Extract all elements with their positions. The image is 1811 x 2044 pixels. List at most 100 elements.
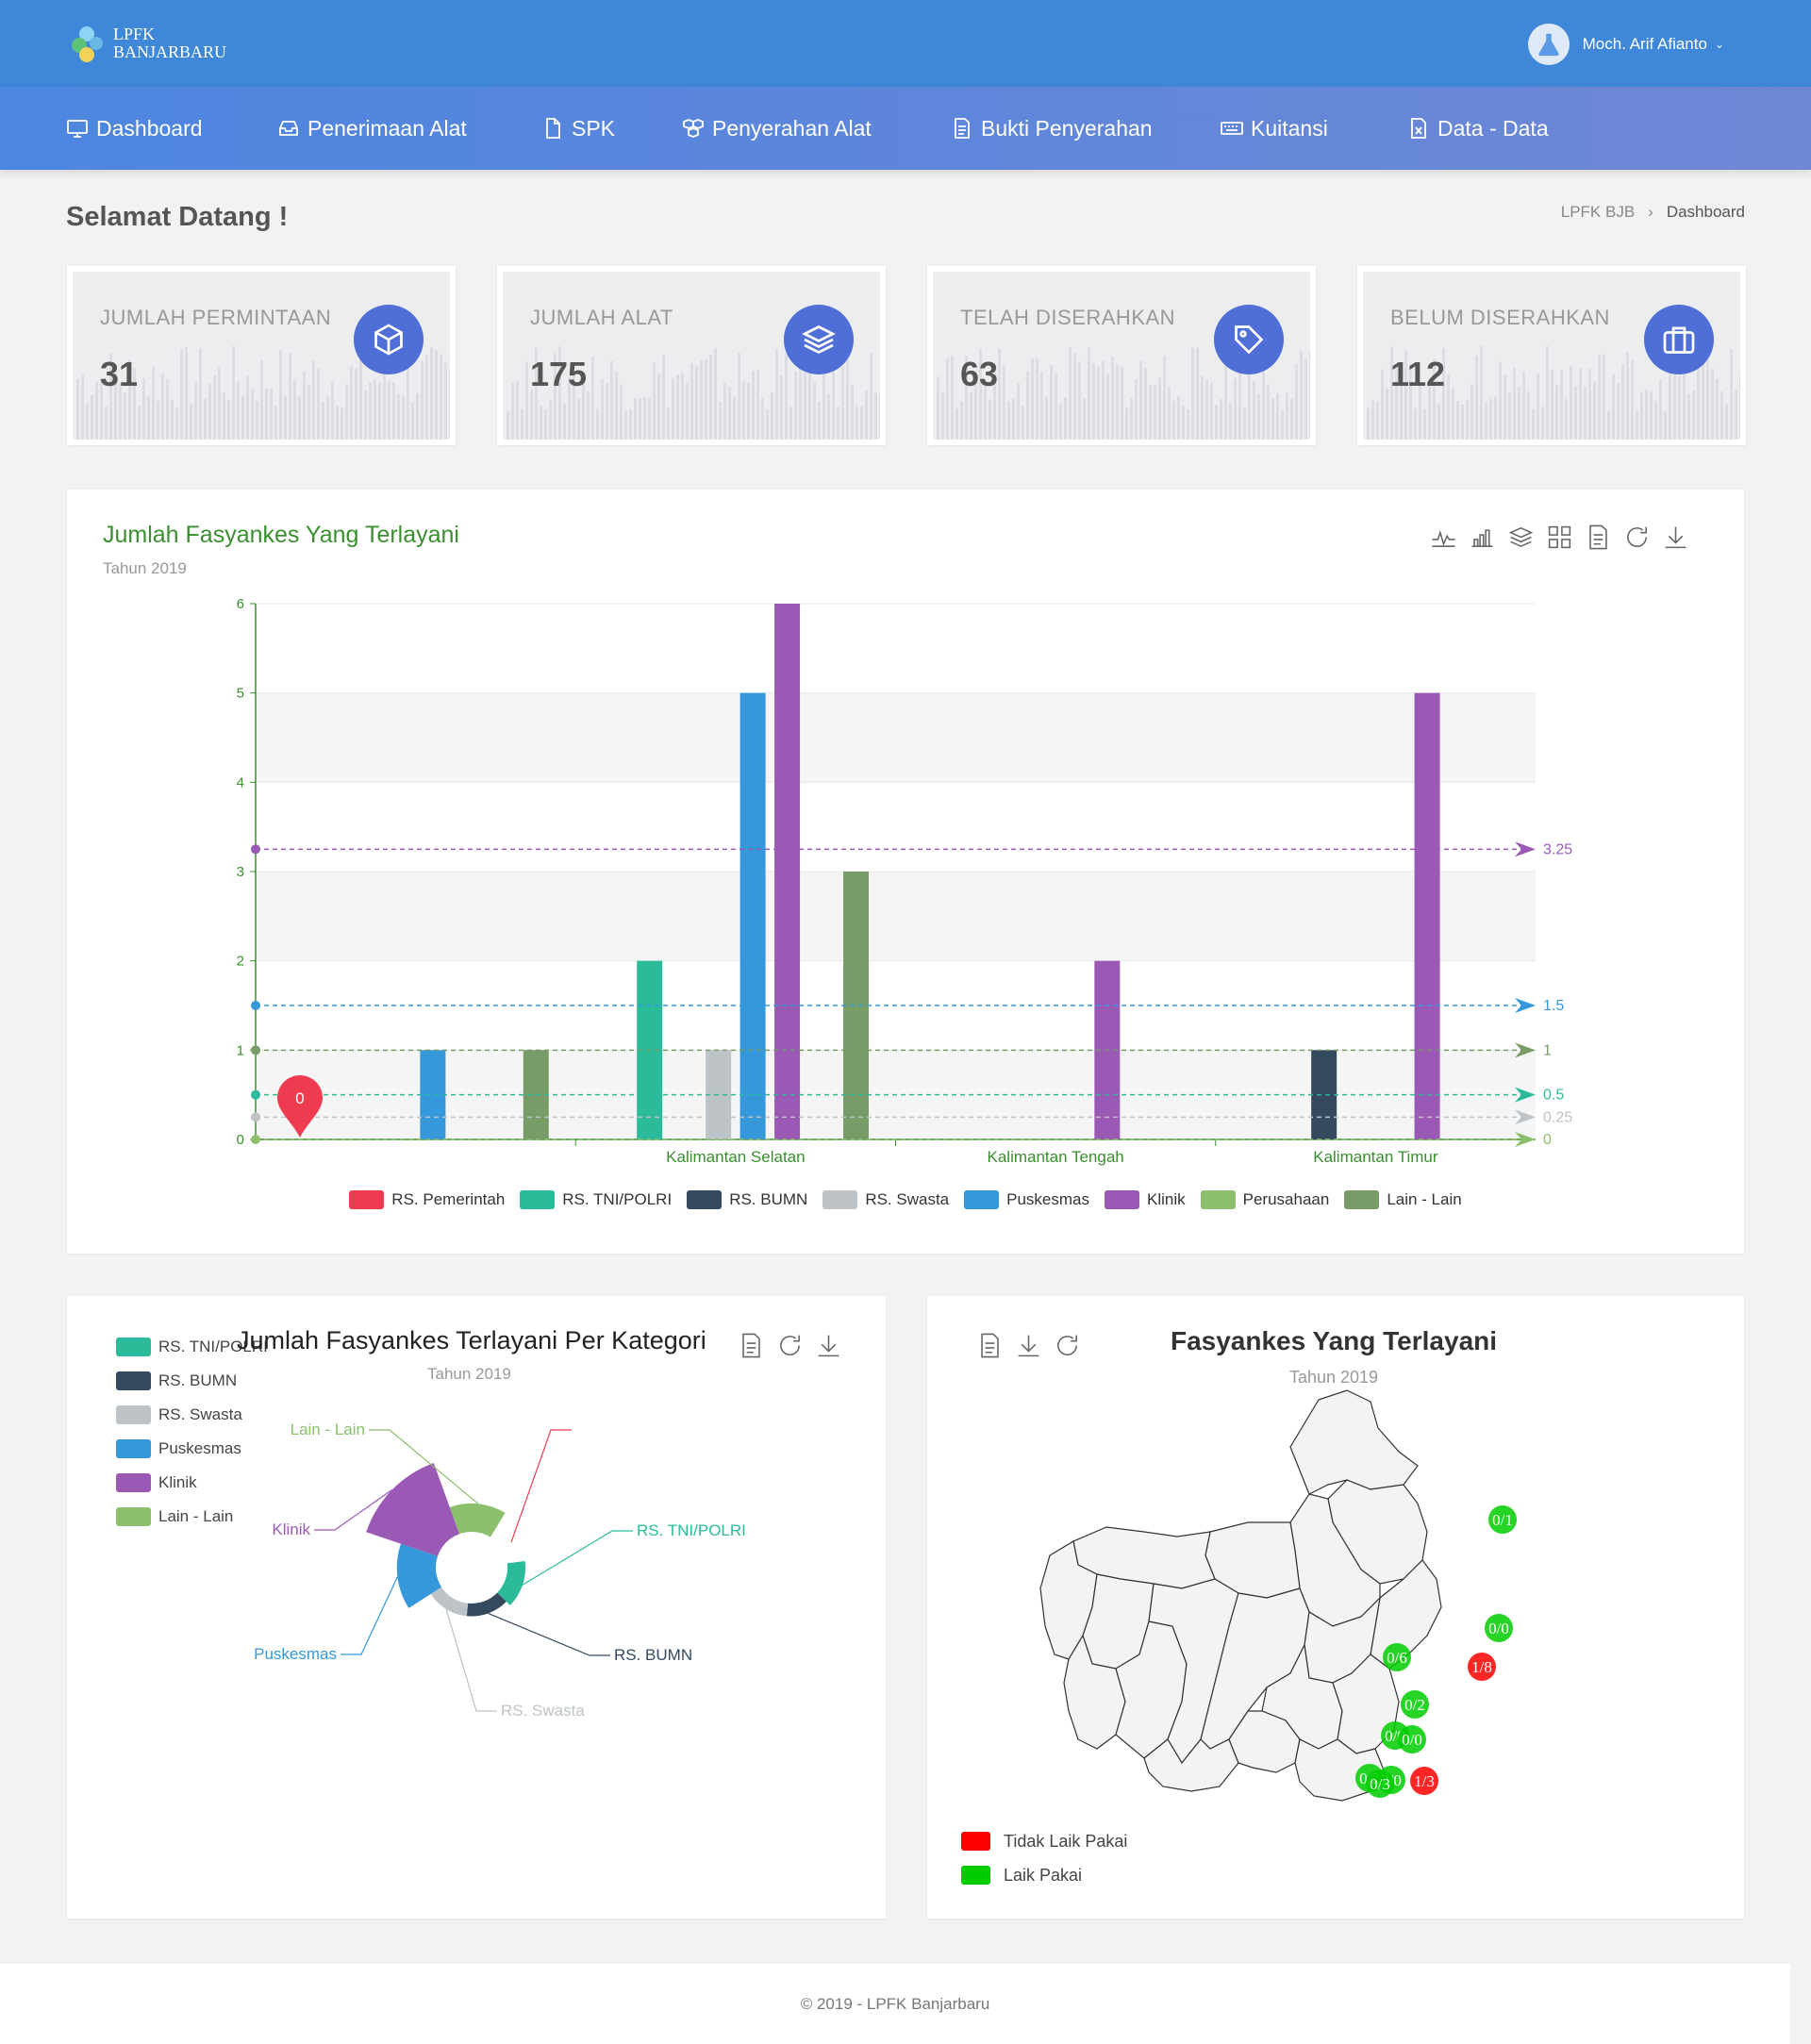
- sparkline-bar: [1716, 378, 1719, 440]
- legend-laik-pakai[interactable]: Laik Pakai: [961, 1858, 1127, 1892]
- sparkline-bar: [1220, 399, 1222, 440]
- sparkline-bar: [540, 405, 542, 440]
- sparkline-bar: [747, 382, 750, 440]
- mark-line-label: 0.5: [1543, 1088, 1564, 1104]
- sparkline-bar: [946, 358, 949, 440]
- sparkline-bar: [256, 401, 258, 440]
- sparkline-bar: [76, 378, 79, 440]
- sparkline-bar: [676, 374, 679, 440]
- logo-line1: LPFK: [113, 25, 156, 43]
- sparkline-bar: [86, 403, 89, 440]
- legend-rs-swasta[interactable]: RS. Swasta: [822, 1190, 949, 1209]
- sparkline-bar: [1720, 391, 1723, 440]
- sparkline-bar: [180, 349, 183, 440]
- sparkline-bar: [1414, 407, 1417, 440]
- legend-rs-tni-polri[interactable]: RS. TNI/POLRI: [520, 1190, 672, 1209]
- sparkline-bar: [307, 384, 310, 440]
- sparkline-bar: [1617, 382, 1620, 440]
- mark-line-start: [251, 1112, 260, 1122]
- bar-chart-legend: RS. Pemerintah RS. TNI/POLRI RS. BUMN RS…: [67, 1190, 1744, 1209]
- bar: [1311, 1050, 1337, 1139]
- logo[interactable]: LPFK BANJARBARU: [66, 21, 226, 66]
- sparkline-bar: [643, 396, 646, 440]
- sparkline-bar: [1499, 361, 1502, 440]
- y-tick-label: 6: [237, 596, 244, 612]
- nav-spk[interactable]: SPK: [541, 87, 615, 170]
- sparkline-bar: [827, 393, 830, 440]
- sparkline-bar: [388, 381, 390, 440]
- sparkline-bar: [1064, 397, 1067, 440]
- sparkline-bar: [1045, 396, 1048, 440]
- legend-rs-bumn[interactable]: RS. BUMN: [687, 1190, 807, 1209]
- map-panel: Fasyankes Yang Terlayani Tahun 2019 0/1 0…: [927, 1296, 1744, 1919]
- sparkline-bar: [1055, 373, 1057, 440]
- sparkline-bar: [634, 397, 637, 440]
- sparkline-bar: [1309, 351, 1310, 440]
- map-marker-label: 0/1: [1492, 1511, 1513, 1529]
- sparkline-bar: [1234, 377, 1237, 440]
- sparkline-bar: [1636, 410, 1638, 440]
- sparkline-bar: [227, 400, 230, 440]
- sparkline-bar: [1050, 364, 1053, 440]
- sparkline-bar: [171, 399, 174, 440]
- sparkline-bar: [516, 380, 519, 440]
- nav-penyerahan-alat[interactable]: Penyerahan Alat: [682, 87, 872, 170]
- sparkline-bar: [331, 381, 334, 440]
- sparkline-bar: [1730, 349, 1733, 440]
- sparkline-bar: [1286, 392, 1288, 440]
- sparkline-bar: [279, 350, 282, 440]
- nav-data-data[interactable]: Data - Data: [1407, 87, 1549, 170]
- mark-line-label: 1.5: [1543, 998, 1564, 1014]
- grid-band: [256, 782, 1536, 872]
- monitor-icon: [67, 120, 88, 138]
- sparkline-bar: [1163, 356, 1166, 440]
- sparkline-bar: [204, 398, 207, 440]
- sparkline-bar: [293, 380, 296, 440]
- sparkline-bar: [808, 372, 811, 440]
- sparkline-bar: [1149, 385, 1152, 440]
- nav-kuitansi[interactable]: Kuitansi: [1221, 87, 1328, 170]
- sparkline-bar: [998, 348, 1001, 440]
- sparkline-bar: [411, 402, 414, 440]
- mark-line-start: [251, 1089, 260, 1100]
- sparkline-bar: [1513, 367, 1516, 440]
- bar-chart-panel: Jumlah Fasyankes Yang Terlayani Tahun 20…: [67, 490, 1744, 1254]
- legend-tidak-laik-pakai[interactable]: Tidak Laik Pakai: [961, 1824, 1127, 1858]
- legend-rs-pemerintah[interactable]: RS. Pemerintah: [349, 1190, 505, 1209]
- breadcrumb-home[interactable]: LPFK BJB: [1561, 203, 1635, 222]
- legend-lain-lain[interactable]: Lain - Lain: [1344, 1190, 1462, 1209]
- sparkline-bar: [440, 354, 442, 440]
- sparkline-bar: [1621, 364, 1624, 440]
- sparkline-bar: [1452, 388, 1454, 440]
- nav-bukti-penyerahan[interactable]: Bukti Penyerahan: [951, 87, 1153, 170]
- sparkline-bar: [161, 374, 164, 440]
- sparkline-bar: [742, 380, 745, 440]
- sparkline-bar: [336, 405, 339, 440]
- sparkline-bar: [194, 381, 197, 440]
- excel-icon: [1411, 118, 1426, 139]
- legend-puskesmas[interactable]: Puskesmas: [964, 1190, 1089, 1209]
- nav-dashboard[interactable]: Dashboard: [66, 87, 203, 170]
- sparkline-bar: [1386, 388, 1388, 440]
- rose-label-line: [488, 1612, 610, 1656]
- sparkline-bar: [989, 399, 991, 440]
- user-menu[interactable]: Moch. Arif Afianto ⌄: [1527, 24, 1724, 65]
- sparkline-bar: [1092, 363, 1095, 440]
- stat-card-jumlah-permintaan: JUMLAH PERMINTAAN 31: [67, 266, 456, 445]
- sparkline-bar: [1504, 374, 1506, 440]
- stat-value: 112: [1390, 355, 1446, 393]
- breadcrumb-current: Dashboard: [1666, 203, 1745, 221]
- sparkline-bar: [1116, 364, 1119, 440]
- rose-slice-label: RS. Swasta: [501, 1702, 585, 1720]
- sparkline-bar: [435, 350, 438, 440]
- sparkline-bar: [425, 354, 428, 440]
- sparkline-bar: [653, 362, 656, 440]
- sparkline-bar: [345, 384, 348, 440]
- sparkline-bar: [1381, 369, 1384, 440]
- nav-penerimaan-alat[interactable]: Penerimaan Alat: [277, 87, 467, 170]
- flask-icon: [1538, 33, 1559, 57]
- legend-perusahaan[interactable]: Perusahaan: [1200, 1190, 1329, 1209]
- breadcrumb: LPFK BJB › Dashboard: [1561, 203, 1745, 222]
- sparkline-bar: [1437, 404, 1440, 440]
- legend-klinik[interactable]: Klinik: [1105, 1190, 1186, 1209]
